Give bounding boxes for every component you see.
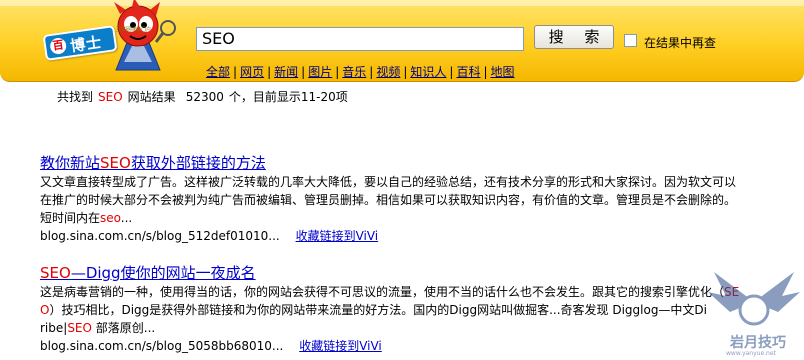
nav-item[interactable]: 知识人	[410, 65, 446, 79]
search-result: 教你新站SEO获取外部链接的方法 又文章直接转型成了广告。这样被广泛转载的几率大…	[40, 154, 804, 245]
category-nav: 全部 | 网页 | 新闻 | 图片 | 音乐 | 视频 | 知识人 | 百科 | 地图	[206, 63, 515, 79]
summary-keyword: SEO	[98, 90, 123, 104]
snippet-keyword: SEO	[67, 321, 92, 335]
search-within-checkbox[interactable]	[624, 34, 637, 47]
summary-suffix: 网站结果	[127, 90, 176, 104]
nav-item[interactable]: 音乐	[342, 65, 366, 79]
nav-item[interactable]: 网页	[240, 65, 264, 79]
snippet-line: O）技巧相比，Digg是获得外部链接和为你的网站带来流量的好方法。国内的Digg…	[40, 301, 800, 319]
snippet-line: 又文章直接转型成了广告。这样被广泛转载的几率大大降低，要以自己的经验总结，还有技…	[40, 173, 800, 191]
logo-tagline: 互联网搜索门户	[116, 27, 152, 33]
summary-prefix: 共找到	[57, 90, 94, 104]
result-url: blog.sina.com.cn/s/blog_5058bb68010...	[40, 339, 284, 353]
watermark-sub: www.yanyue.net	[726, 350, 776, 357]
site-logo[interactable]: 百 博士 互联网搜索门户	[42, 0, 192, 80]
snippet-text: 短时间内在	[40, 211, 101, 225]
snippet-keyword: seo	[100, 211, 121, 225]
nav-separator: |	[483, 65, 488, 79]
summary-count: 52300	[185, 90, 224, 104]
result-title-link[interactable]: SEO—Digg使你的网站一夜成名	[40, 264, 804, 283]
snippet-line: 在推广的时候大部分不会被判为纯广告而被编辑、管理员删掉。相信如果可以获取知识内容…	[40, 191, 800, 209]
collect-to-vivi-link[interactable]: 收藏链接到ViVi	[296, 229, 379, 243]
snippet-text: ribe|	[40, 321, 68, 335]
site-watermark: 岩月技巧 www.yanyue.net	[704, 262, 804, 360]
header-bar: 百 博士 互联网搜索门户 SEO 搜 索 在结果中再查 全部 | 网页 | 新闻 | 图片 |…	[0, 0, 804, 82]
nav-separator: |	[301, 65, 306, 79]
result-title-link[interactable]: 教你新站SEO获取外部链接的方法	[40, 154, 804, 173]
summary-tail: 个，目前显示11-20项	[228, 90, 348, 104]
nav-separator: |	[449, 65, 454, 79]
snippet-text: ...	[120, 211, 133, 225]
nav-item[interactable]: 全部	[206, 65, 230, 79]
nav-item[interactable]: 图片	[308, 65, 332, 79]
snippet-line: 这是病毒营销的一种，使用得当的话，你的网站会获得不可思议的流量，使用不当的话什么…	[40, 283, 800, 301]
snippet-text: 又文章直接转型成了广告。这样被广泛转载的几率大大降低，要以自己的经验总结，还有技…	[40, 175, 737, 189]
nav-item[interactable]: 视频	[376, 65, 400, 79]
snippet-line: ribe|SEO 部落原创...	[40, 319, 800, 337]
results-summary: 共找到 SEO 网站结果 52300 个，目前显示11-20项	[57, 88, 348, 105]
search-button[interactable]: 搜 索	[534, 25, 614, 49]
result-meta: blog.sina.com.cn/s/blog_5058bb68010... 收…	[40, 337, 804, 355]
snippet-line: 短时间内在seo...	[40, 209, 800, 227]
snippet-text: 部落原创...	[91, 321, 156, 335]
nav-separator: |	[335, 65, 340, 79]
nav-separator: |	[267, 65, 272, 79]
result-url: blog.sina.com.cn/s/blog_512def01010...	[40, 229, 280, 243]
nav-item[interactable]: 地图	[491, 65, 515, 79]
logo-text: 博士	[69, 33, 104, 56]
logo-badge: 百	[49, 37, 68, 56]
snippet-text: 这是病毒营销的一种，使用得当的话，你的网站会获得不可思议的流量，使用不当的话什么…	[40, 285, 725, 299]
watermark-text: 岩月技巧	[730, 335, 786, 351]
search-within-label: 在结果中再查	[644, 36, 717, 50]
nav-separator: |	[369, 65, 374, 79]
nav-item[interactable]: 百科	[456, 65, 480, 79]
search-result: SEO—Digg使你的网站一夜成名 这是病毒营销的一种，使用得当的话，你的网站会…	[40, 264, 804, 355]
result-snippet: 这是病毒营销的一种，使用得当的话，你的网站会获得不可思议的流量，使用不当的话什么…	[40, 283, 800, 337]
nav-separator: |	[403, 65, 408, 79]
collect-to-vivi-link[interactable]: 收藏链接到ViVi	[299, 339, 382, 353]
nav-item[interactable]: 新闻	[274, 65, 298, 79]
nav-separator: |	[233, 65, 238, 79]
result-snippet: 又文章直接转型成了广告。这样被广泛转载的几率大大降低，要以自己的经验总结，还有技…	[40, 173, 800, 227]
result-meta: blog.sina.com.cn/s/blog_512def01010... 收…	[40, 227, 804, 245]
snippet-text: ）技巧相比，Digg是获得外部链接和为你的网站带来流量的好方法。国内的Digg网…	[49, 303, 708, 317]
search-input[interactable]: SEO	[196, 27, 524, 51]
snippet-text: 在推广的时候大部分不会被判为纯广告而被编辑、管理员删掉。相信如果可以获取知识内容…	[40, 193, 737, 207]
